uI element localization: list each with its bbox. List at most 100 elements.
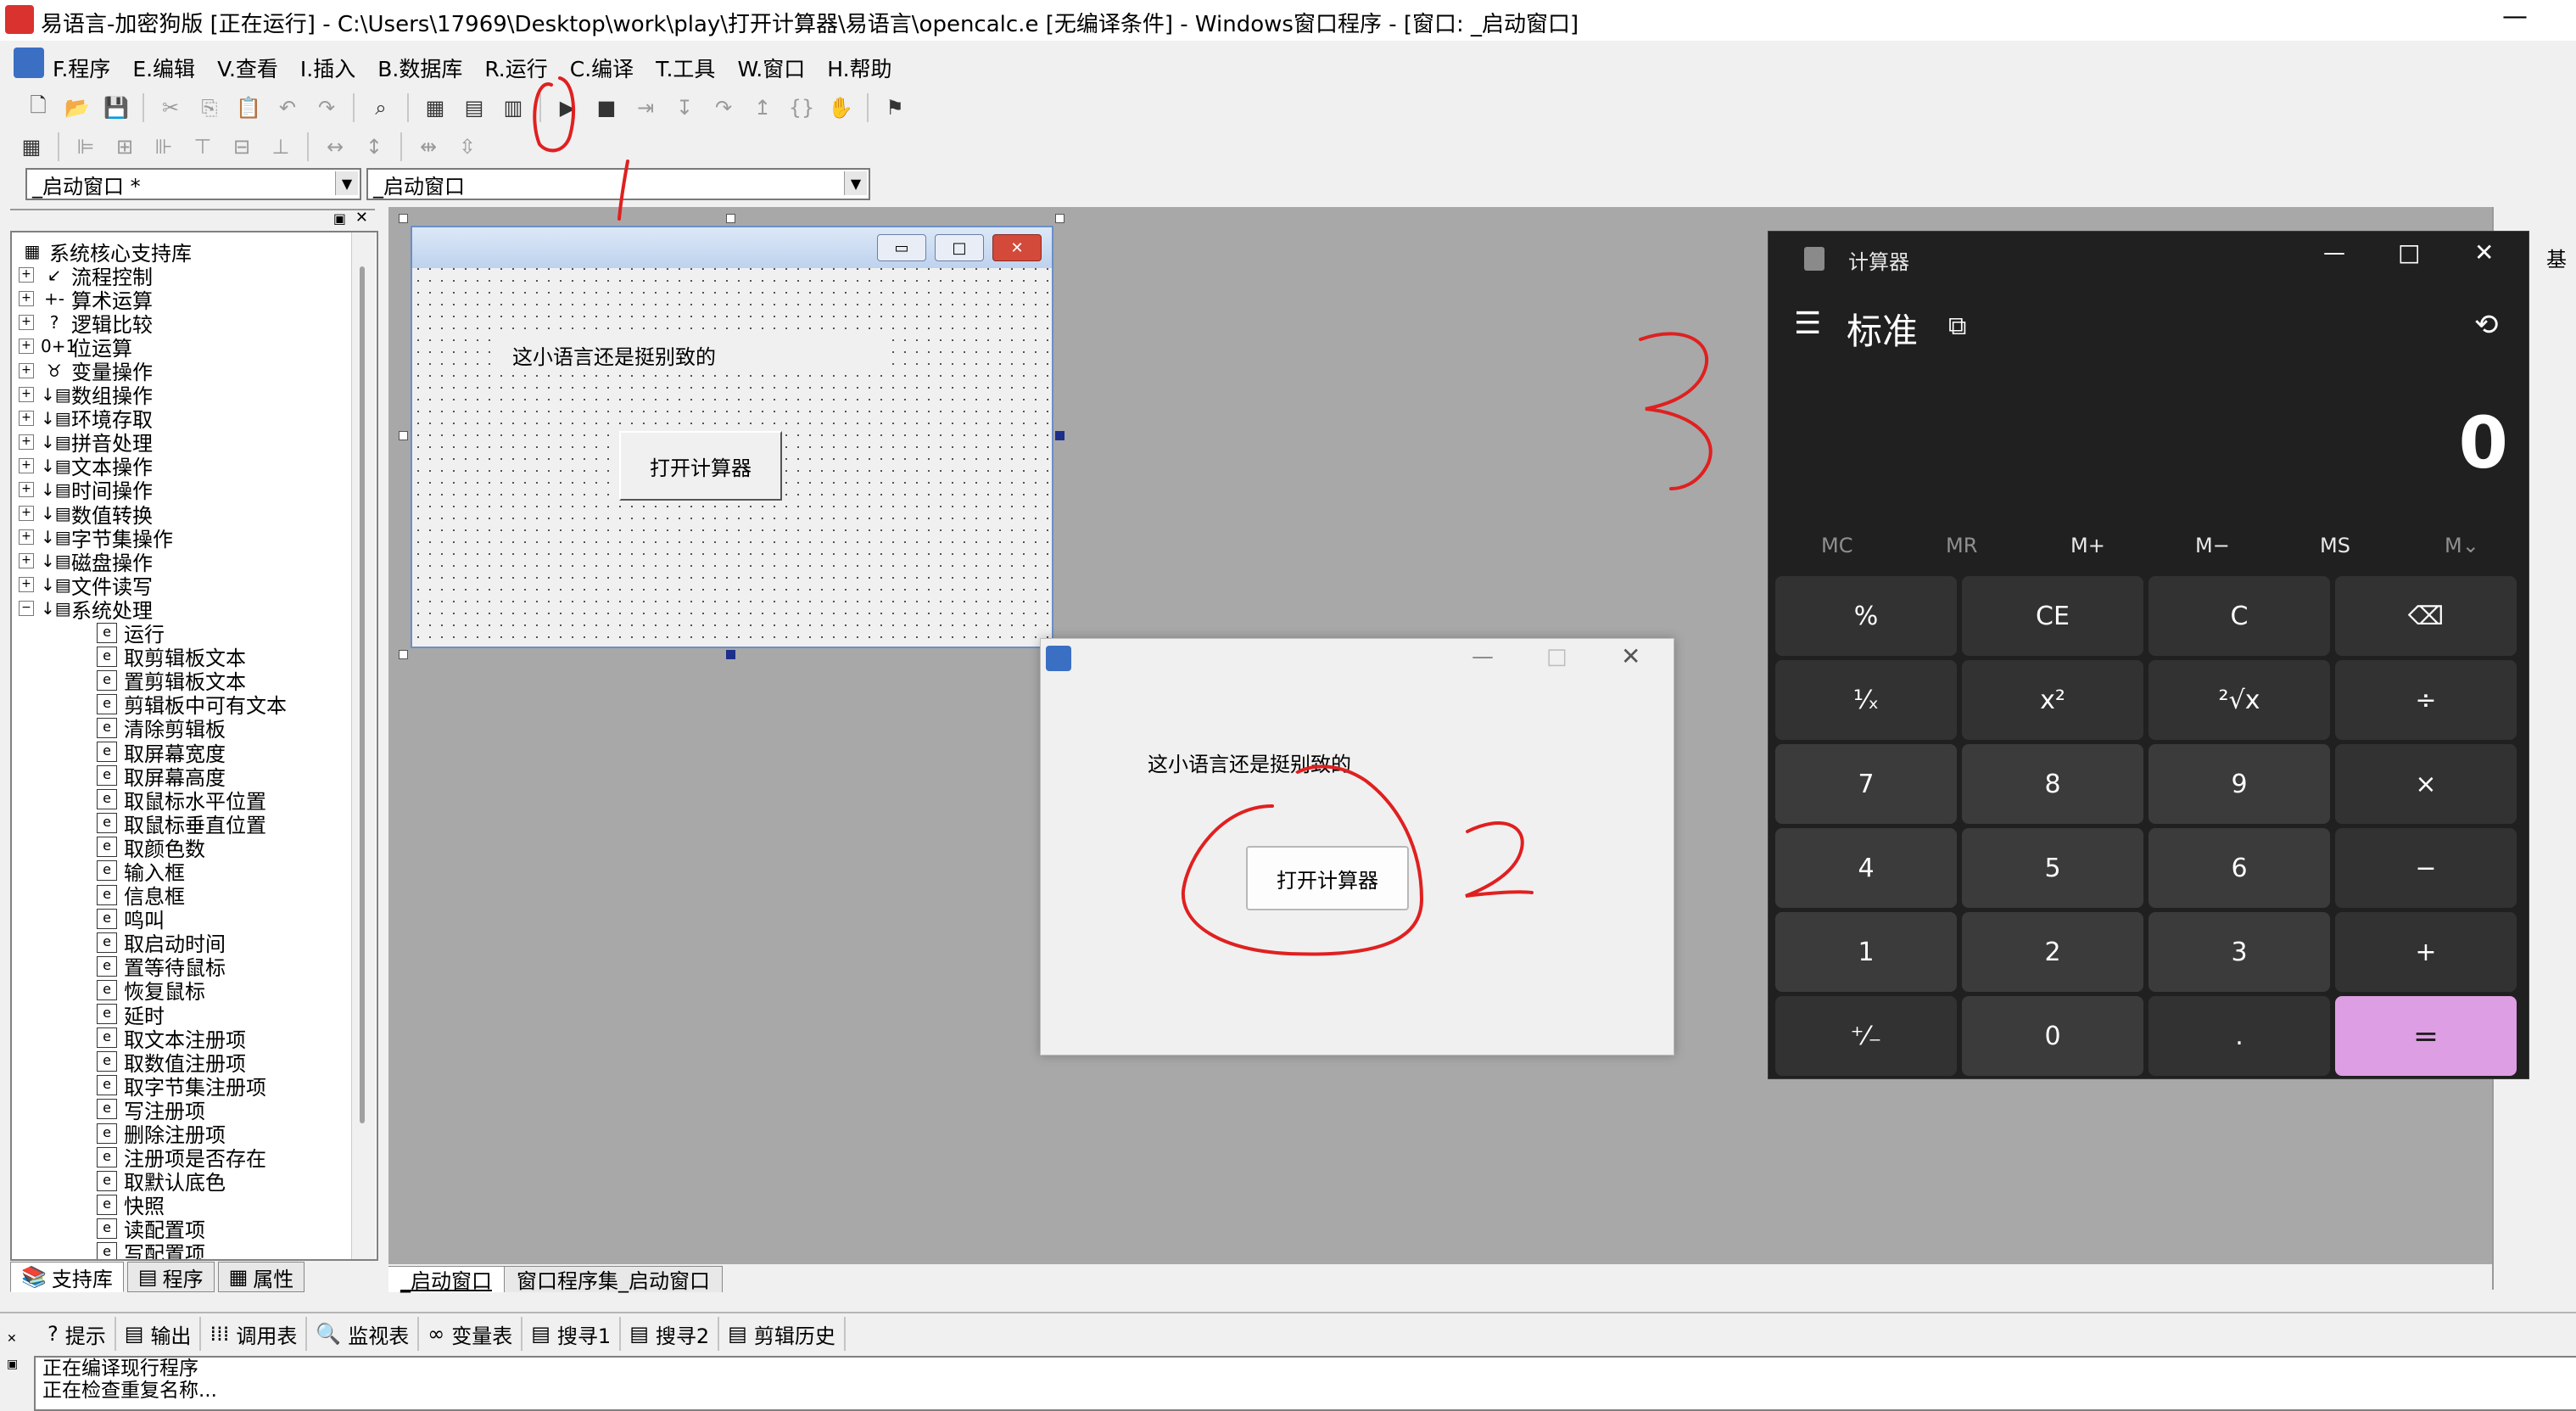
designer-open-calc-button[interactable]: 打开计算器 [619,431,782,501]
expand-icon[interactable]: + [19,339,34,355]
calc-icon[interactable]: ▦ [16,132,47,162]
menu-item-8[interactable]: W.窗口 [737,53,805,83]
tree-category[interactable]: + ↓▤ 数组操作 [19,383,287,408]
run-icon[interactable]: ▶ [552,92,583,123]
hand-icon[interactable]: ✋ [825,92,856,123]
menu-item-7[interactable]: T.工具 [656,53,715,83]
tree-category[interactable]: + ♉ 变量操作 [19,358,287,384]
output-tab-1[interactable]: ▤ 输出 [116,1317,202,1351]
designer-form[interactable]: ▭ □ ✕ 这小语言还是挺别致的 打开计算器 [411,226,1053,648]
menu-item-5[interactable]: R.运行 [484,53,547,83]
tree-category[interactable]: +0+1 位运算 [19,334,287,361]
tree-category[interactable]: + ↓▤ 拼音处理 [19,430,287,456]
running-form-window[interactable]: — □ ✕ 这小语言还是挺别致的 打开计算器 [1040,638,1674,1055]
find-icon[interactable]: ⌕ [366,92,396,123]
designer-maximize-button[interactable]: □ [935,234,984,261]
step-over-icon[interactable]: ↷ [708,92,739,123]
step-into-icon[interactable]: ↧ [669,92,700,123]
expand-icon[interactable]: + [19,386,34,402]
output-tab-6[interactable]: ▤ 搜寻2 [621,1317,720,1351]
collapse-icon[interactable]: − [19,601,34,617]
same-width-icon[interactable]: ↔ [320,132,350,162]
resize-handle[interactable] [399,431,408,440]
align-center-icon[interactable]: ⊞ [109,132,140,162]
calc-key-4-2[interactable]: 3 [2149,912,2330,992]
calc-key-1-0[interactable]: ¹⁄ₓ [1775,660,1957,740]
calc-key-0-3[interactable]: ⌫ [2335,576,2517,656]
tree-category[interactable]: + ↓▤ 环境存取 [19,406,287,432]
align-middle-icon[interactable]: ⊟ [226,132,257,162]
calc-key-4-1[interactable]: 2 [1962,912,2143,992]
calc-key-5-1[interactable]: 0 [1962,996,2143,1076]
popup-maximize-button[interactable]: □ [1546,644,1567,669]
object-combo[interactable]: _启动窗口 * ▼ [25,168,361,200]
calc-key-5-3[interactable]: = [2335,996,2517,1076]
menu-app-icon[interactable] [14,48,44,78]
designer-label[interactable]: 这小语言还是挺别致的 [494,334,889,375]
calc-key-2-1[interactable]: 8 [1962,744,2143,824]
open-folder-icon[interactable]: 📂 [62,92,92,123]
output-tab-7[interactable]: ▤ 剪辑历史 [719,1317,846,1351]
output-close-icon[interactable]: ✕ [7,1332,17,1346]
calc-key-4-3[interactable]: + [2335,912,2517,992]
output-tab-5[interactable]: ▤ 搜寻1 [522,1317,622,1351]
tree-category[interactable]: + ↓▤ 时间操作 [19,478,287,503]
expand-icon[interactable]: + [19,506,34,522]
chevron-down-icon[interactable]: ▼ [844,171,867,195]
output-pin-icon[interactable]: ▣ [7,1358,18,1371]
menu-item-3[interactable]: I.插入 [300,53,355,83]
calc-key-1-3[interactable]: ÷ [2335,660,2517,740]
calc-key-4-0[interactable]: 1 [1775,912,1957,992]
step-out-icon[interactable]: ↥ [747,92,778,123]
new-file-icon[interactable]: 🗋 [23,92,53,123]
calc-key-3-2[interactable]: 6 [2149,828,2330,908]
menu-item-9[interactable]: H.帮助 [827,53,891,83]
calc-key-2-3[interactable]: × [2335,744,2517,824]
cut-icon[interactable]: ✂ [155,92,186,123]
stop-icon[interactable]: ■ [591,92,622,123]
output-tab-2[interactable]: ⁞⁞⁞ 调用表 [201,1317,308,1351]
panel-pin-icon[interactable]: ▣ [333,210,346,227]
space-h-icon[interactable]: ⇹ [413,132,444,162]
resize-handle[interactable] [399,650,408,659]
chevron-down-icon[interactable]: ▼ [335,171,358,195]
resize-handle[interactable] [1055,214,1064,223]
calc-key-3-3[interactable]: − [2335,828,2517,908]
event-combo[interactable]: _启动窗口 ▼ [366,168,870,200]
debug-icon[interactable]: ⚑ [880,92,910,123]
tree-category[interactable]: +? 逻辑比较 [19,311,287,337]
undo-icon[interactable]: ↶ [272,92,303,123]
calc-key-0-0[interactable]: % [1775,576,1957,656]
resize-handle[interactable] [726,650,735,659]
tree-category[interactable]: + ↙ 流程控制 [19,263,287,289]
panel-close-icon[interactable]: ✕ [355,209,368,227]
calc-key-3-1[interactable]: 5 [1962,828,2143,908]
expand-icon[interactable]: + [19,267,34,283]
tree-category[interactable]: + ↓▤ 文件读写 [19,573,287,599]
redo-icon[interactable]: ↷ [311,92,342,123]
doc-tab-1[interactable]: 窗口程序集_启动窗口 [505,1265,723,1293]
output-tab-3[interactable]: 🔍 监视表 [307,1317,420,1351]
tree-category[interactable]: + +- 算术运算 [19,287,287,313]
left-tab-0[interactable]: 📚 支持库 [10,1262,124,1292]
calc-key-5-0[interactable]: ⁺⁄₋ [1775,996,1957,1076]
expand-icon[interactable]: + [19,529,34,546]
menu-item-4[interactable]: B.数据库 [377,53,462,83]
output-tab-4[interactable]: ∞ 变量表 [419,1317,523,1351]
align-top-icon[interactable]: ⊤ [187,132,218,162]
step-icon[interactable]: ⇥ [630,92,661,123]
resize-handle[interactable] [399,214,408,223]
popup-open-calc-button[interactable]: 打开计算器 [1246,846,1409,910]
tree-category[interactable]: + ↓▤ 磁盘操作 [19,549,287,575]
copy-icon[interactable]: ⎘ [194,92,225,123]
expand-icon[interactable]: + [19,434,34,450]
expand-icon[interactable]: + [19,481,34,497]
layout3-icon[interactable]: ▥ [498,92,528,123]
expand-icon[interactable]: + [19,577,34,593]
tree-category[interactable]: + ↓▤ 文本操作 [19,454,287,479]
calc-key-2-0[interactable]: 7 [1775,744,1957,824]
calc-key-2-2[interactable]: 9 [2149,744,2330,824]
designer-minimize-button[interactable]: ▭ [877,234,926,261]
output-tab-0[interactable]: ? 提示 [39,1317,116,1351]
layout2-icon[interactable]: ▤ [459,92,489,123]
